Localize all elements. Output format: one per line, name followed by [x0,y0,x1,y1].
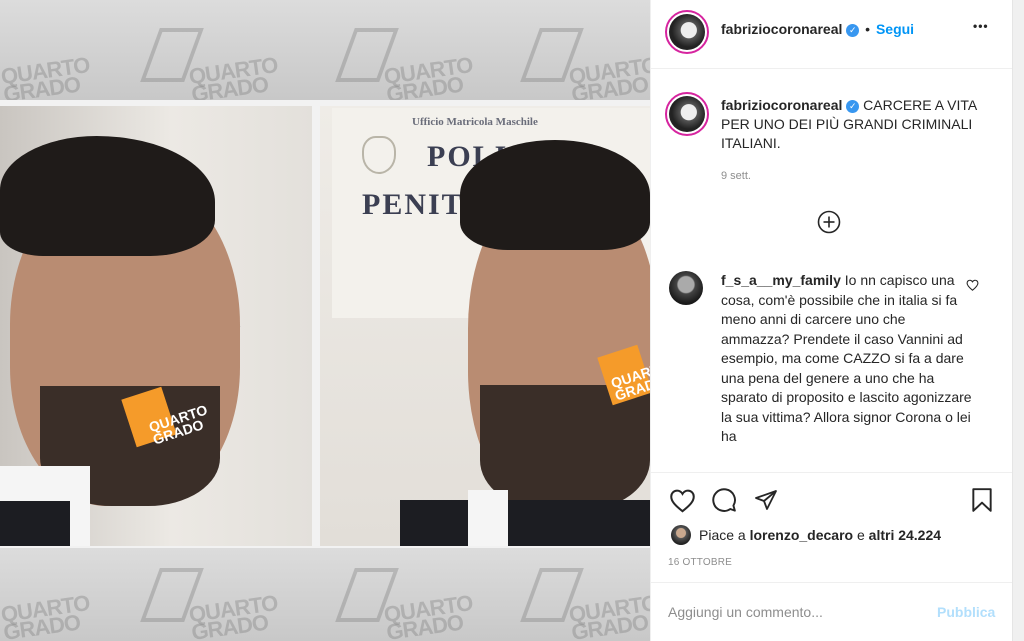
photo-border [0,546,650,548]
likes-conjunction: e [856,527,865,543]
mugshot-profile: IA [0,106,312,546]
jacket [400,500,650,546]
bookmark-icon [972,488,992,512]
emblem-icon [362,136,396,174]
commenter-avatar[interactable] [669,271,703,305]
photo-border [312,100,320,548]
likes-prefix: Piace a [699,527,746,543]
publish-button[interactable]: Pubblica [937,604,995,620]
comment-text: Io nn capisco una cosa, com'è possibile … [721,272,972,444]
plus-circle-icon [817,210,841,234]
heart-icon [669,489,695,512]
verified-badge-icon: ✓ [846,100,860,113]
comment-like-button[interactable] [965,278,979,292]
post-image[interactable]: QUARTO GRADO QUARTO GRADO QUARTO GRADO QUAR… [0,0,650,641]
likes-summary: Piace a lorenzo_decaro e altri 24.224 [699,527,941,543]
poster-title-2: PENIT [362,188,464,221]
heart-icon [966,279,978,291]
collar [468,490,508,546]
avatar[interactable] [669,14,705,50]
watermark-text: QUARTO GRADO [0,590,91,641]
hair [0,136,215,256]
watermark-text: QUARTO GRADO [382,590,474,641]
caption-date[interactable]: 9 sett. [721,170,751,182]
post-date[interactable]: 16 OTTOBRE [668,557,732,568]
comment-box-divider [651,582,1013,583]
comment-body: f_s_a__my_family Io nn capisco una cosa,… [721,271,973,469]
load-more-comments-button[interactable] [817,210,841,234]
jacket [0,501,70,546]
save-button[interactable] [969,486,995,514]
likes-count[interactable]: altri 24.224 [869,527,941,543]
watermark-text: QUARTO GRADO [187,590,279,641]
poster-subtitle: Ufficio Matricola Maschile [412,116,538,128]
more-options-icon[interactable]: ••• [973,19,989,33]
post-header: fabriziocoronareal ✓ • Segui ••• [651,0,1013,68]
actions-divider [651,472,1013,473]
post-username[interactable]: fabriziocoronareal [721,21,842,37]
watermark-text: QUARTO GRADO [567,52,650,107]
share-button[interactable] [751,486,781,514]
follow-button[interactable]: Segui [876,21,914,37]
hair [460,140,650,250]
comment-button[interactable] [709,486,739,514]
add-comment-input[interactable]: Aggiungi un commento... [668,604,823,620]
liker-username[interactable]: lorenzo_decaro [750,527,853,543]
commenter-username[interactable]: f_s_a__my_family [721,272,841,288]
caption-username[interactable]: fabriziocoronareal [721,97,842,113]
header-divider [651,68,1013,69]
dot-separator: • [865,21,871,37]
caption-avatar[interactable] [669,96,705,132]
post-sidebar: fabriziocoronareal ✓ • Segui ••• fabrizi… [650,0,1013,641]
caption: fabriziocoronareal ✓ CARCERE A VITA PER … [721,96,983,153]
comment-icon [712,488,736,512]
watermark-text: QUARTO GRADO [567,590,650,641]
page-scrollbar[interactable] [1012,0,1024,641]
share-icon [755,490,777,510]
verified-badge-icon: ✓ [846,24,860,37]
like-button[interactable] [667,486,697,514]
liker-avatar[interactable] [671,525,691,545]
